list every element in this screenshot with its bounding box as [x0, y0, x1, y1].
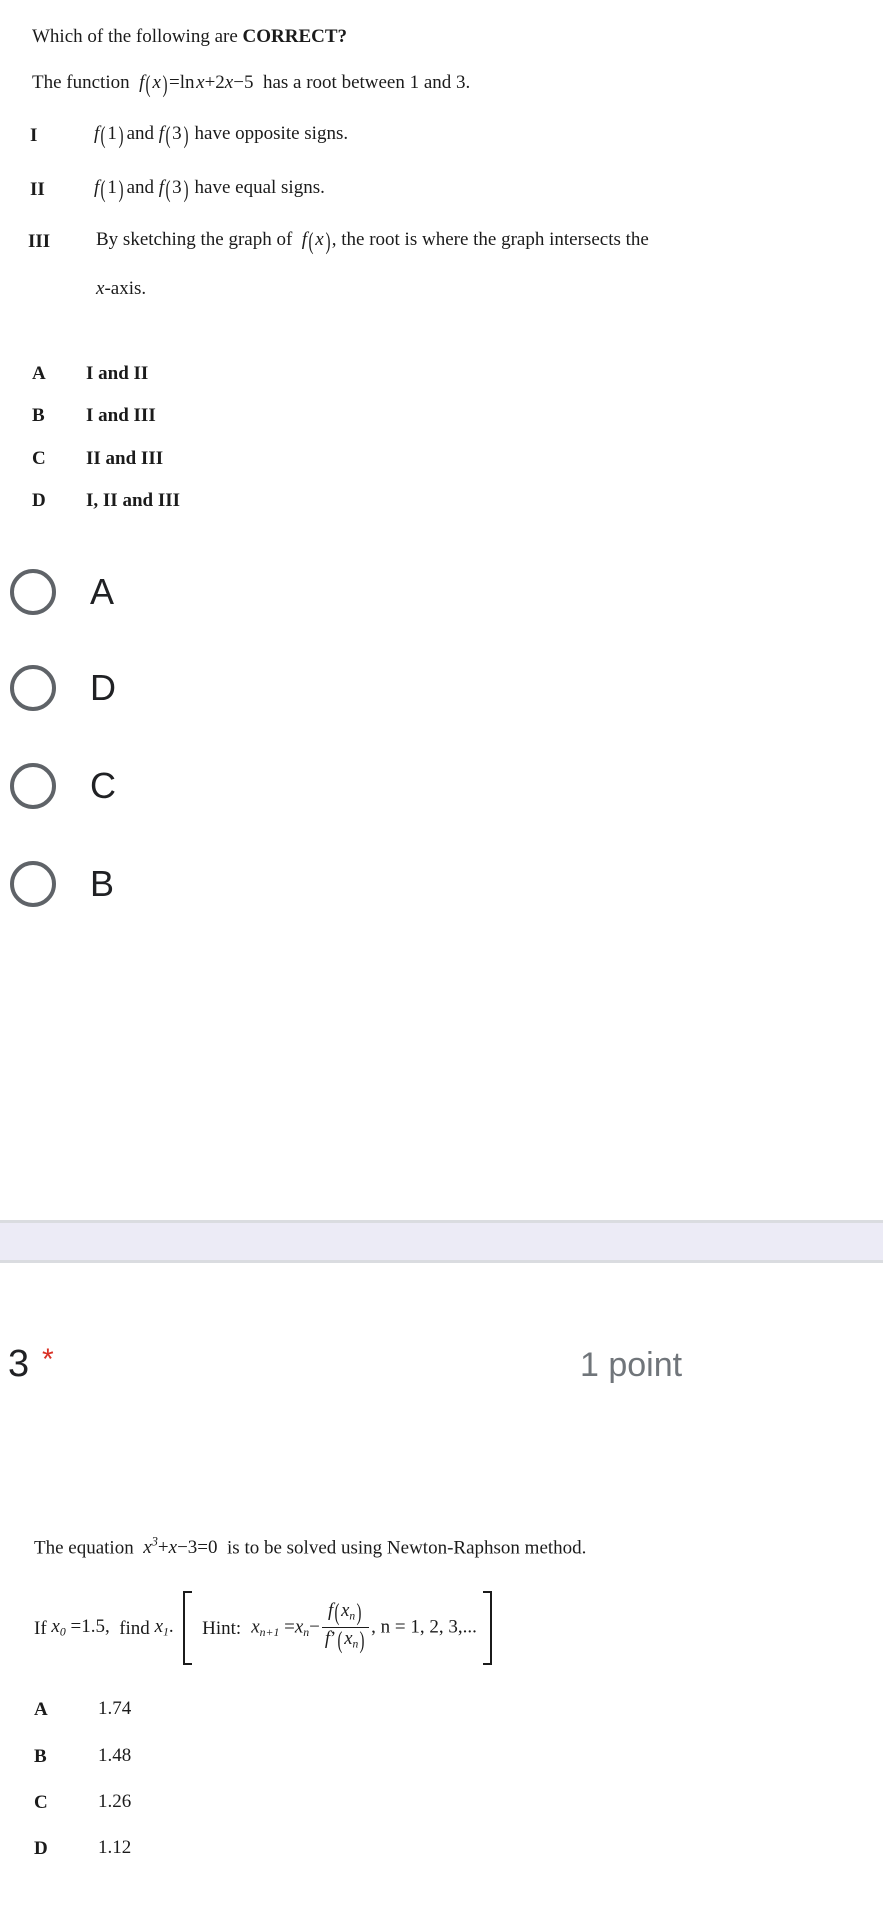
bracket-left-bottom-icon [183, 1591, 193, 1665]
roman-item-III-text-line1: By sketching the graph of f(x), the root… [96, 228, 649, 255]
question-3-hint-formula: xn+1 =xn− f(xn) f’(xn), n = 1, 2, 3,... [251, 1599, 477, 1654]
radio-label-a: A [90, 571, 115, 612]
roman-numeral-I: I [30, 125, 38, 146]
radio-label-b: B [90, 863, 115, 904]
q3-choice-value-D: 1.12 [98, 1837, 132, 1858]
q3-choice-letter-A: A [34, 1699, 48, 1720]
question-2-statement-formula: f(x)=ln x+2x−5 [139, 71, 263, 98]
choice-letter-B: B [32, 405, 45, 426]
radio-option-b[interactable]: B [0, 856, 114, 912]
question-3-statement-prefix: The equation [34, 1537, 134, 1559]
choice-text-B: I and III [86, 405, 156, 426]
roman-item-III-suffix: , the root is where the graph intersects… [331, 229, 649, 251]
choice-letter-D: D [32, 490, 46, 511]
question-3-hint-tail: , n = 1, 2, 3,... [371, 1616, 477, 1638]
question-3-points: 1 point [580, 1346, 683, 1384]
choice-letter-C: C [32, 448, 46, 469]
question-2-prompt: Which of the following are CORRECT? [32, 27, 347, 46]
question-3-required-marker: * [42, 1343, 54, 1376]
question-3-number: 3 [8, 1343, 30, 1385]
question-3-statement-suffix: is to be solved using Newton-Raphson met… [227, 1537, 587, 1559]
radio-option-c[interactable]: C [0, 758, 116, 814]
roman-item-III-text-line2: x-axis. [96, 278, 147, 299]
roman-item-III-fn: f(x) [301, 228, 331, 255]
question-2-statement: The function f(x)=ln x+2x−5 has a root b… [32, 71, 471, 98]
question-3-find-line: If x0 =1.5, find x1. Hint: xn+1 =xn− f(xn… [34, 1588, 492, 1668]
q3-choice-letter-C: C [34, 1792, 48, 1813]
roman-numeral-III: III [28, 231, 51, 252]
q3-choice-letter-B: B [34, 1746, 47, 1767]
choice-text-C: II and III [86, 448, 164, 469]
roman-item-II-text: f(1) and f(3) have equal signs. [94, 176, 325, 203]
radio-circle-icon[interactable] [10, 861, 56, 907]
roman-item-I-text: f(1) and f(3) have opposite signs. [94, 122, 349, 149]
choice-text-D: I, II and III [86, 490, 181, 511]
radio-label-c: C [90, 765, 116, 806]
radio-circle-icon[interactable] [10, 569, 56, 615]
roman-item-III-prefix: By sketching the graph of [96, 229, 293, 251]
radio-label-d: D [90, 667, 116, 708]
q3-choice-value-C: 1.26 [98, 1791, 132, 1812]
radio-option-d[interactable]: D [0, 660, 116, 716]
question-3-statement: The equation x3+x−3=0 is to be solved us… [34, 1535, 587, 1559]
question-3-statement-equation: x3+x−3=0 [143, 1535, 228, 1559]
question-3-find-mid: find [119, 1617, 155, 1639]
roman-numeral-II: II [30, 179, 45, 200]
question-3-hint-label: Hint: [202, 1617, 242, 1639]
question-2-statement-prefix: The function [32, 72, 130, 94]
question-3-find-x0: x0 =1.5, [51, 1616, 120, 1639]
question-2-statement-suffix: has a root between 1 and 3. [262, 72, 471, 94]
question-2-prompt-plain: Which of the following are [32, 26, 238, 47]
section-divider [0, 1220, 883, 1263]
choice-text-A: I and II [86, 363, 149, 384]
radio-circle-icon[interactable] [10, 665, 56, 711]
radio-circle-icon[interactable] [10, 763, 56, 809]
question-3-find-prefix: If [34, 1617, 52, 1639]
radio-option-a[interactable]: A [0, 564, 114, 620]
question-3-find-x1: x1. [154, 1616, 184, 1639]
q3-choice-letter-D: D [34, 1838, 48, 1859]
choice-letter-A: A [32, 363, 46, 384]
q3-choice-value-A: 1.74 [98, 1698, 132, 1719]
question-2-prompt-bold: CORRECT? [242, 26, 348, 47]
q3-choice-value-B: 1.48 [98, 1745, 132, 1766]
bracket-right-bottom-icon [482, 1591, 492, 1665]
